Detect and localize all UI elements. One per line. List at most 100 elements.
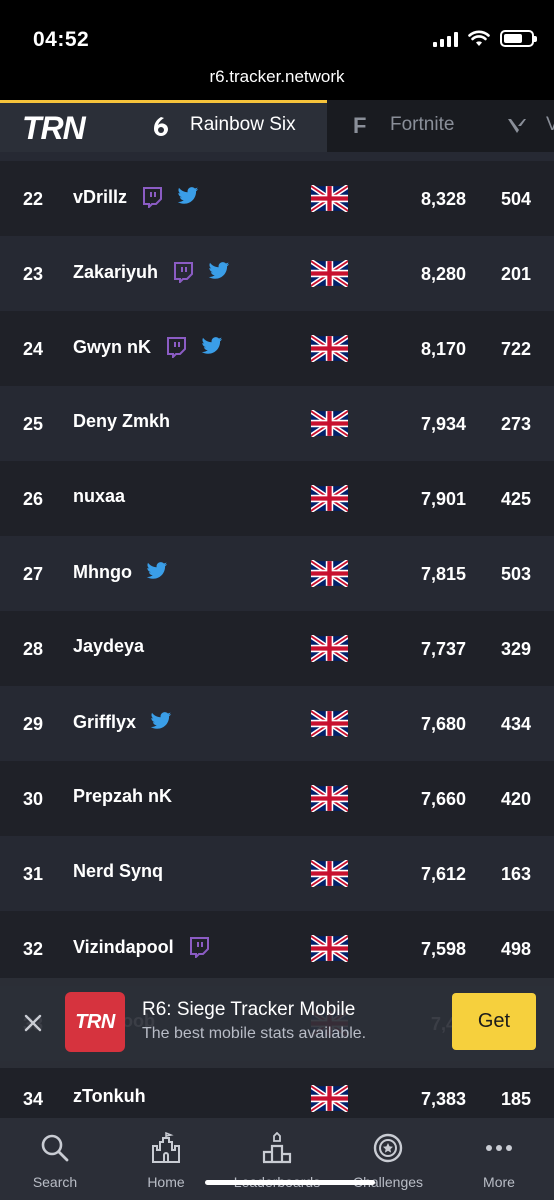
player-name[interactable]: Mhngo [73,562,132,583]
twitch-icon[interactable] [188,936,210,958]
tab-home[interactable]: Home [111,1118,221,1200]
player-cell: Mhngo [73,561,168,583]
uk-flag-icon [309,634,350,663]
rank: 32 [23,939,44,959]
table-row[interactable]: 27 Mhngo 7,815 503 [0,536,554,611]
rank: 28 [23,639,44,659]
table-row[interactable]: 23 Zakariyuh 8,280 201 [0,236,554,311]
table-row[interactable]: 34 zTonkuh 7,383 185 [0,1061,554,1118]
table-row[interactable]: 32 Vizindapool 7,598 498 [0,911,554,986]
rating: 7,612 [420,864,466,884]
player-name[interactable]: vDrillz [73,187,127,208]
castle-icon [152,1132,180,1163]
player-name[interactable]: Nerd Synq [73,861,163,882]
games-played: 503 [500,564,531,584]
rank: 26 [23,489,44,509]
table-row[interactable]: 31 Nerd Synq 7,612 163 [0,836,554,911]
rating: 7,383 [420,1089,466,1109]
rainbow-six-icon [154,117,168,136]
twitter-icon[interactable] [201,336,223,358]
player-cell: Jaydeya [73,636,144,657]
player-name[interactable]: Jaydeya [73,636,144,657]
tab-more[interactable]: More [444,1118,554,1200]
uk-flag-icon [309,334,350,363]
player-cell: Gwyn nK [73,336,223,358]
player-name[interactable]: Vizindapool [73,937,174,958]
uk-flag-icon [309,259,350,288]
tab-challenges[interactable]: Challenges [333,1118,443,1200]
twitter-icon[interactable] [146,561,168,583]
rating: 7,815 [420,564,466,584]
bottom-tab-bar: Search Home Leaderboards Challenges More [0,1118,554,1200]
twitter-icon[interactable] [208,261,230,283]
rating: 8,280 [420,264,466,284]
twitch-icon[interactable] [172,261,194,283]
status-icons [433,30,537,47]
games-played: 163 [500,864,531,884]
tab-search-label: Search [32,1174,78,1190]
player-cell: zTonkuh [73,1086,146,1107]
table-row[interactable]: 28 Jaydeya 7,737 329 [0,611,554,686]
rating: 7,901 [420,489,466,509]
wifi-icon [468,30,490,46]
more-dots-icon [486,1145,512,1151]
player-cell: Deny Zmkh [73,411,170,432]
games-played: 201 [500,264,531,284]
player-name[interactable]: Gwyn nK [73,337,151,358]
games-played: 498 [500,939,531,959]
tab-valorant-label[interactable]: V [546,114,554,136]
games-played: 722 [500,339,531,359]
rank: 31 [23,864,44,884]
uk-flag-icon [309,1084,350,1113]
uk-flag-icon [309,784,350,813]
tab-rainbow-six-label[interactable]: Rainbow Six [190,114,296,136]
tab-search[interactable]: Search [0,1118,110,1200]
rank: 23 [23,264,44,284]
fortnite-icon[interactable]: F [353,113,366,139]
player-name[interactable]: Grifflyx [73,712,136,733]
tab-more-label: More [483,1174,515,1190]
rank: 25 [23,414,44,434]
player-cell: Prepzah nK [73,786,172,807]
banner-app-logo: TRN [65,992,125,1052]
twitch-icon[interactable] [165,336,187,358]
table-row[interactable]: 22 vDrillz 8,328 504 [0,161,554,236]
player-name[interactable]: Deny Zmkh [73,411,170,432]
tab-fortnite-label[interactable]: Fortnite [390,114,454,136]
badge-icon [373,1133,403,1163]
uk-flag-icon [309,709,350,738]
player-name[interactable]: zTonkuh [73,1086,146,1107]
table-row[interactable]: 29 Grifflyx 7,680 434 [0,686,554,761]
status-bar: 04:52 [0,0,554,58]
twitch-icon[interactable] [141,186,163,208]
table-row[interactable]: 26 nuxaa 7,901 425 [0,461,554,536]
uk-flag-icon [309,484,350,513]
table-row[interactable]: 24 Gwyn nK 8,170 722 [0,311,554,386]
player-name[interactable]: nuxaa [73,486,125,507]
player-name[interactable]: Prepzah nK [73,786,172,807]
games-played: 273 [500,414,531,434]
rating: 7,934 [420,414,466,434]
table-row[interactable]: 30 Prepzah nK 7,660 420 [0,761,554,836]
games-played: 434 [500,714,531,734]
table-row[interactable]: 25 Deny Zmkh 7,934 273 [0,386,554,461]
twitter-icon[interactable] [177,186,199,208]
rating: 8,170 [420,339,466,359]
status-time: 04:52 [33,28,90,51]
rating: 8,328 [420,189,466,209]
game-nav: TRN Rainbow Six F Fortnite V [0,100,554,152]
uk-flag-icon [309,859,350,888]
url-text[interactable]: r6.tracker.network [209,67,344,86]
banner-subtitle: The best mobile stats available. [142,1025,367,1042]
player-name[interactable]: Zakariyuh [73,262,158,283]
games-played: 420 [500,789,531,809]
address-bar[interactable]: r6.tracker.network [0,58,554,100]
trn-logo[interactable]: TRN [22,110,86,147]
close-icon[interactable] [22,1012,44,1034]
twitter-icon[interactable] [150,711,172,733]
get-app-button[interactable]: Get [452,993,536,1050]
games-played: 185 [500,1089,531,1109]
uk-flag-icon [309,409,350,438]
valorant-icon[interactable] [507,117,527,135]
tab-leaderboards[interactable]: Leaderboards [222,1118,332,1200]
